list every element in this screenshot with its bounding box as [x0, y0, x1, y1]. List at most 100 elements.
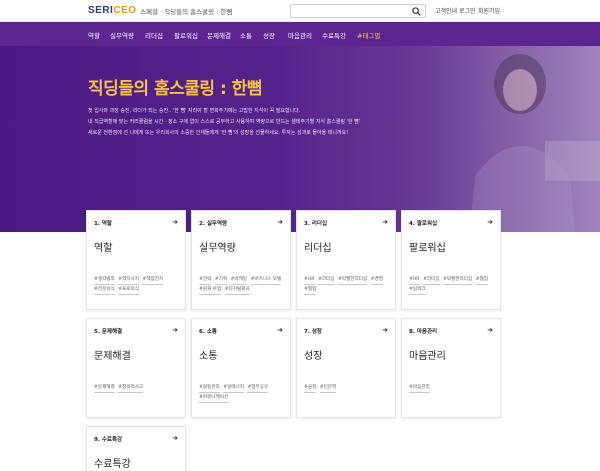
tag[interactable]: #일에너지	[223, 383, 244, 393]
card-work-skills[interactable]: 2. 실무역량 ➜ 실무역량 #전략 #기획 #마케팅 #비즈니스 모델 #원자…	[191, 210, 291, 310]
arrow-right-icon[interactable]: ➜	[382, 326, 388, 334]
tag[interactable]: #HR	[409, 275, 420, 285]
card-head: 7. 성장	[304, 329, 322, 335]
tag[interactable]: #커뮤니케이션	[199, 393, 229, 403]
tag[interactable]: #문제해결	[94, 383, 115, 393]
top-bar: SERICEO 스페셜 · 직딩들의 홈스쿨링 : 한뼘 고객안내 로그인 회원…	[0, 0, 600, 22]
hero-desc-line: 내 직급역할에 맞는 커리큘럼을 시간 · 장소 구애 없이 스스로 공부하고 …	[88, 119, 361, 125]
card-growth[interactable]: 7. 성장 ➜ 성장 #긍정 #인문학	[296, 318, 396, 418]
nav-item-role[interactable]: 역할	[88, 30, 100, 40]
tag[interactable]: #인문학	[319, 383, 337, 393]
tag[interactable]: #HR	[304, 275, 315, 285]
card-title: 마음관리	[409, 351, 446, 362]
card-head: 9. 수료특강	[94, 437, 123, 443]
card-tags: #HR #리더십 #탁월한리더십 #협업 #팀워크	[409, 275, 497, 295]
nav-item-completion-lecture[interactable]: 수료특강	[322, 30, 346, 40]
tag[interactable]: #탁월한리더십	[337, 275, 368, 285]
card-title: 실무역량	[199, 243, 236, 254]
card-title: 수료특강	[94, 459, 131, 470]
arrow-right-icon[interactable]: ➜	[382, 218, 388, 226]
nav-item-communication[interactable]: 소통	[240, 30, 252, 40]
hero-banner: 직딩들의 홈스쿨링 : 한뼘 첫 입사와 과장 승진, 리더가 되는 승진.. …	[0, 46, 600, 232]
nav-item-problem-solving[interactable]: 문제해결	[207, 30, 231, 40]
card-head: 5. 문제해결	[94, 329, 123, 335]
hero-desc-line: 새로운 전환점에 선 나에게 또는 우리회사의 소중한 인재들에게 '한 뼘'의…	[88, 130, 349, 136]
card-problem-solving[interactable]: 5. 문제해결 ➜ 문제해결 #문제해결 #창의적사고	[86, 318, 186, 418]
card-completion-lecture[interactable]: 9. 수료특강 ➜ 수료특강	[86, 426, 186, 471]
arrow-right-icon[interactable]: ➜	[487, 218, 493, 226]
card-head: 4. 팔로워십	[409, 221, 438, 227]
page-subtitle: 스페셜 · 직딩들의 홈스쿨링 : 한뼘	[140, 8, 233, 16]
nav-item-work-skills[interactable]: 실무역량	[110, 30, 134, 40]
tag[interactable]: #비즈니스 모델	[250, 275, 282, 285]
tag[interactable]: #프로의식	[118, 285, 139, 295]
card-title: 성장	[304, 351, 323, 362]
card-leadership[interactable]: 3. 리더십 ➜ 리더십 #HR #리더십 #탁월한리더십 #경영 #협업	[296, 210, 396, 310]
login-link[interactable]: 로그인	[459, 6, 476, 15]
tag[interactable]: #업무공유	[247, 383, 269, 393]
tag[interactable]: #협업	[475, 275, 488, 285]
seri-ceo-logo[interactable]: SERICEO	[88, 5, 137, 16]
card-tags: #생각법칙 #역지사지 #책임전지 #전문의식 #프로의식	[94, 275, 182, 295]
tag[interactable]: #갈등관리	[199, 383, 220, 393]
card-title: 팔로워십	[409, 243, 446, 254]
hero-title: 직딩들의 홈스쿨링 : 한뼘	[88, 79, 262, 99]
tag[interactable]: #생각법칙	[94, 275, 115, 285]
tag[interactable]: #탁월한리더십	[442, 275, 473, 285]
tag[interactable]: #협업	[304, 285, 317, 295]
card-tags: #마음관리	[409, 383, 497, 393]
card-tags: #갈등관리 #일에너지 #업무공유 #커뮤니케이션	[199, 383, 287, 403]
nav-item-mind-care[interactable]: 마음관리	[288, 30, 312, 40]
card-tags: #문제해결 #창의적사고	[94, 383, 182, 393]
card-head: 2. 실무역량	[199, 221, 228, 227]
tag[interactable]: #역지사지	[118, 275, 139, 285]
tag[interactable]: #긍정	[304, 383, 317, 393]
card-head: 1. 역할	[94, 221, 112, 227]
hero-desc-line: 첫 입사와 과장 승진, 리더가 되는 승진.. '한 뼘' 자라야 할 변화주…	[88, 108, 301, 114]
card-mind-care[interactable]: 8. 마음관리 ➜ 마음관리 #마음관리	[401, 318, 501, 418]
main-nav: 역할 실무역량 리더십 팔로워십 문제해결 소통 성장 마음관리 수료특강 #태…	[0, 22, 600, 46]
tag[interactable]: #전문의식	[94, 285, 115, 295]
card-head: 6. 소통	[199, 329, 217, 335]
arrow-right-icon[interactable]: ➜	[277, 326, 283, 334]
card-title: 문제해결	[94, 351, 131, 362]
arrow-right-icon[interactable]: ➜	[172, 326, 178, 334]
card-head: 3. 리더십	[304, 221, 328, 227]
tag[interactable]: #디지털회사	[224, 285, 250, 295]
card-role[interactable]: 1. 역할 ➜ 역할 #생각법칙 #역지사지 #책임전지 #전문의식 #프로의식	[86, 210, 186, 310]
tag[interactable]: #팀워크	[409, 285, 426, 295]
tag[interactable]: #마케팅	[230, 275, 248, 285]
card-tags: #전략 #기획 #마케팅 #비즈니스 모델 #원자 수업 #디지털회사	[199, 275, 287, 295]
card-tags: #긍정 #인문학	[304, 383, 392, 393]
arrow-right-icon[interactable]: ➜	[172, 434, 178, 442]
tag[interactable]: #창의적사고	[118, 383, 144, 393]
card-followership[interactable]: 4. 팔로워십 ➜ 팔로워십 #HR #리더십 #탁월한리더십 #협업 #팀워크	[401, 210, 501, 310]
nav-item-followership[interactable]: 팔로워십	[174, 30, 198, 40]
card-title: 소통	[199, 351, 218, 362]
hero-description: 첫 입사와 과장 승진, 리더가 되는 승진.. '한 뼘' 자라야 할 변화주…	[88, 106, 388, 139]
nav-item-tags[interactable]: #태그별	[357, 30, 380, 40]
signup-link[interactable]: 회원가입	[478, 6, 500, 15]
tag[interactable]: #원자 수업	[199, 285, 222, 295]
nav-item-leadership[interactable]: 리더십	[145, 30, 163, 40]
tag[interactable]: #마음관리	[409, 383, 430, 393]
tag[interactable]: #전략	[199, 275, 212, 285]
search-input[interactable]	[290, 4, 426, 18]
tag[interactable]: #리더십	[422, 275, 440, 285]
search-icon[interactable]	[412, 7, 421, 16]
tag[interactable]: #기획	[214, 275, 228, 285]
logo-accent: CEO	[113, 5, 137, 16]
card-tags: #HR #리더십 #탁월한리더십 #경영 #협업	[304, 275, 392, 295]
card-head: 8. 마음관리	[409, 329, 438, 335]
arrow-right-icon[interactable]: ➜	[277, 218, 283, 226]
card-title: 역할	[94, 243, 113, 254]
tag[interactable]: #경영	[370, 275, 383, 285]
arrow-right-icon[interactable]: ➜	[487, 326, 493, 334]
nav-item-growth[interactable]: 성장	[263, 30, 275, 40]
tag[interactable]: #책임전지	[142, 275, 164, 285]
arrow-right-icon[interactable]: ➜	[172, 218, 178, 226]
tag[interactable]: #리더십	[317, 275, 335, 285]
card-communication[interactable]: 6. 소통 ➜ 소통 #갈등관리 #일에너지 #업무공유 #커뮤니케이션	[191, 318, 291, 418]
customer-guide-link[interactable]: 고객안내	[435, 6, 457, 15]
card-title: 리더십	[304, 243, 332, 254]
